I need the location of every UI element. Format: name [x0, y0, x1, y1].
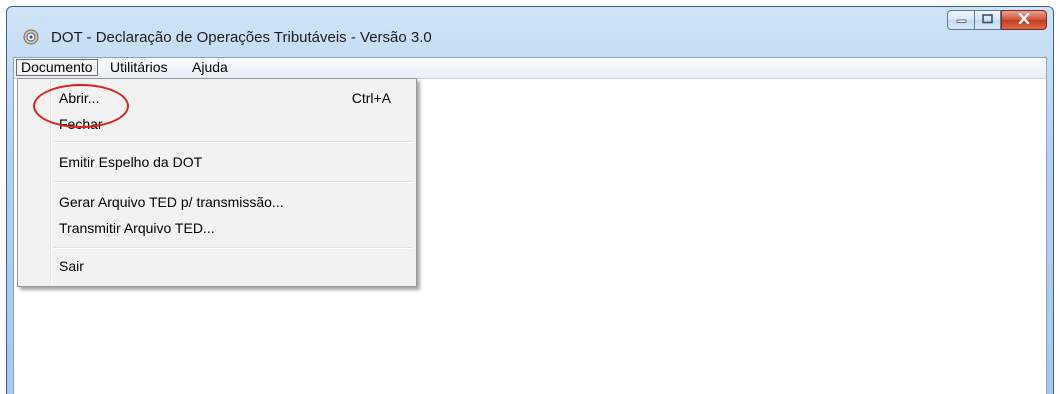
- menu-documento[interactable]: Documento: [16, 59, 98, 76]
- menu-item-label: Gerar Arquivo TED p/ transmissão...: [59, 194, 284, 210]
- menu-item-fechar[interactable]: Fechar: [20, 113, 414, 135]
- app-seal-icon[interactable]: [23, 29, 39, 45]
- window-controls: [947, 10, 1047, 30]
- menu-item-transmitir-arquivo-ted[interactable]: Transmitir Arquivo TED...: [20, 217, 414, 239]
- maximize-button[interactable]: [974, 10, 1001, 30]
- title-bar[interactable]: DOT - Declaração de Operações Tributávei…: [7, 7, 1053, 57]
- documento-dropdown-menu: Abrir... Ctrl+A Fechar Emitir Espelho da…: [17, 78, 417, 287]
- menu-item-emitir-espelho[interactable]: Emitir Espelho da DOT: [20, 151, 414, 173]
- menu-ajuda[interactable]: Ajuda: [188, 59, 232, 76]
- menu-item-label: Emitir Espelho da DOT: [59, 154, 203, 170]
- menu-item-label: Transmitir Arquivo TED...: [59, 220, 215, 236]
- menu-bar: Documento Utilitários Ajuda: [14, 58, 1046, 79]
- menu-item-label: Sair: [59, 258, 84, 274]
- app-window: DOT - Declaração de Operações Tributávei…: [6, 6, 1054, 394]
- menu-item-label: Abrir...: [59, 90, 100, 106]
- close-button[interactable]: [1001, 10, 1047, 30]
- minimize-button[interactable]: [947, 10, 974, 30]
- menu-utilitarios[interactable]: Utilitários: [106, 59, 172, 76]
- window-title: DOT - Declaração de Operações Tributávei…: [51, 29, 432, 46]
- client-area: Documento Utilitários Ajuda Abrir... Ctr…: [13, 57, 1047, 394]
- menu-item-sair[interactable]: Sair: [20, 255, 414, 277]
- close-icon: [1018, 11, 1030, 29]
- menu-item-shortcut: Ctrl+A: [351, 90, 391, 106]
- menu-separator: [54, 247, 412, 249]
- minimize-icon: [956, 11, 967, 29]
- menu-item-abrir[interactable]: Abrir... Ctrl+A: [20, 87, 414, 109]
- menu-item-label: Fechar: [59, 116, 103, 132]
- menu-icon-gutter: [50, 81, 52, 284]
- menu-separator: [54, 181, 412, 183]
- maximize-icon: [982, 11, 993, 29]
- menu-item-gerar-arquivo-ted[interactable]: Gerar Arquivo TED p/ transmissão...: [20, 191, 414, 213]
- menu-separator: [54, 141, 412, 143]
